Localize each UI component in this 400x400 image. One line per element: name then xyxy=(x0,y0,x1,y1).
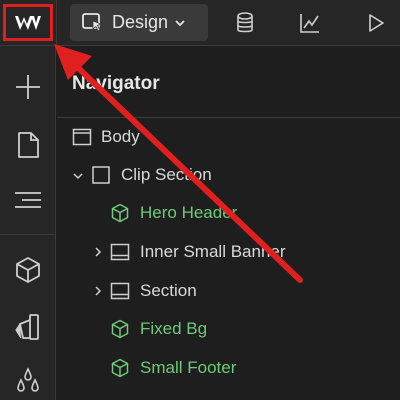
pointer-icon xyxy=(82,12,103,32)
section-icon xyxy=(110,243,130,261)
chevron-right-icon[interactable] xyxy=(92,246,104,258)
tree-item-label: Clip Section xyxy=(121,165,212,184)
div-block-icon xyxy=(92,166,110,184)
navigator-panel: Navigator Body Clip Section Hero Header … xyxy=(57,46,400,400)
style-manager-button[interactable] xyxy=(13,312,43,342)
cms-button[interactable] xyxy=(232,10,258,36)
component-icon xyxy=(111,203,129,223)
topbar-divider xyxy=(56,0,57,46)
preview-button[interactable] xyxy=(363,10,389,36)
analytics-button[interactable] xyxy=(297,10,323,36)
tree-item-label: Hero Header xyxy=(140,203,238,222)
chevron-right-icon[interactable] xyxy=(92,285,104,297)
chart-icon xyxy=(300,14,319,33)
left-toolbar xyxy=(0,46,56,400)
chevron-down-icon xyxy=(175,19,185,26)
tree-item-hero-header[interactable]: Hero Header xyxy=(57,194,400,232)
design-mode-label: Design xyxy=(112,12,169,32)
tree-item-section[interactable]: Section xyxy=(57,272,400,310)
page-icon xyxy=(18,132,39,158)
tree-item-label: Section xyxy=(140,281,197,300)
tree-item-label: Inner Small Banner xyxy=(140,242,286,261)
tree-item-label: Body xyxy=(101,127,140,146)
tree-item-label: Small Footer xyxy=(140,358,237,377)
webflow-logo-button[interactable] xyxy=(3,4,53,41)
panel-title: Navigator xyxy=(72,73,160,94)
tree-item-small-footer[interactable]: Small Footer xyxy=(57,349,400,387)
tree-item-label: Fixed Bg xyxy=(140,319,208,338)
webflow-logo-icon xyxy=(15,15,41,30)
database-icon xyxy=(237,12,253,33)
add-elements-button[interactable] xyxy=(13,72,43,102)
plus-icon xyxy=(16,75,40,99)
navigator-icon xyxy=(15,192,41,208)
cube-icon xyxy=(16,257,40,283)
tree-item-body[interactable]: Body xyxy=(57,118,400,156)
tree-item-clip-section[interactable]: Clip Section xyxy=(57,156,400,194)
tree-item-fixed-bg[interactable]: Fixed Bg xyxy=(57,310,400,348)
components-button[interactable] xyxy=(13,255,43,285)
body-icon xyxy=(72,128,92,146)
play-icon xyxy=(369,14,384,32)
pages-button[interactable] xyxy=(13,130,43,160)
rail-divider xyxy=(0,234,56,235)
chevron-down-icon[interactable] xyxy=(72,170,84,182)
drops-icon xyxy=(17,367,39,392)
section-icon xyxy=(110,282,130,300)
component-icon xyxy=(111,358,129,378)
style-manager-icon xyxy=(15,314,39,340)
webflow-designer: Design Navigator Body Clip Section Hero … xyxy=(0,0,400,400)
tree-item-inner-small-banner[interactable]: Inner Small Banner xyxy=(57,233,400,271)
component-icon xyxy=(111,319,129,339)
top-bar: Design xyxy=(0,0,400,46)
design-mode-button[interactable]: Design xyxy=(70,4,208,41)
assets-button[interactable] xyxy=(13,366,43,396)
navigator-button[interactable] xyxy=(13,185,43,215)
